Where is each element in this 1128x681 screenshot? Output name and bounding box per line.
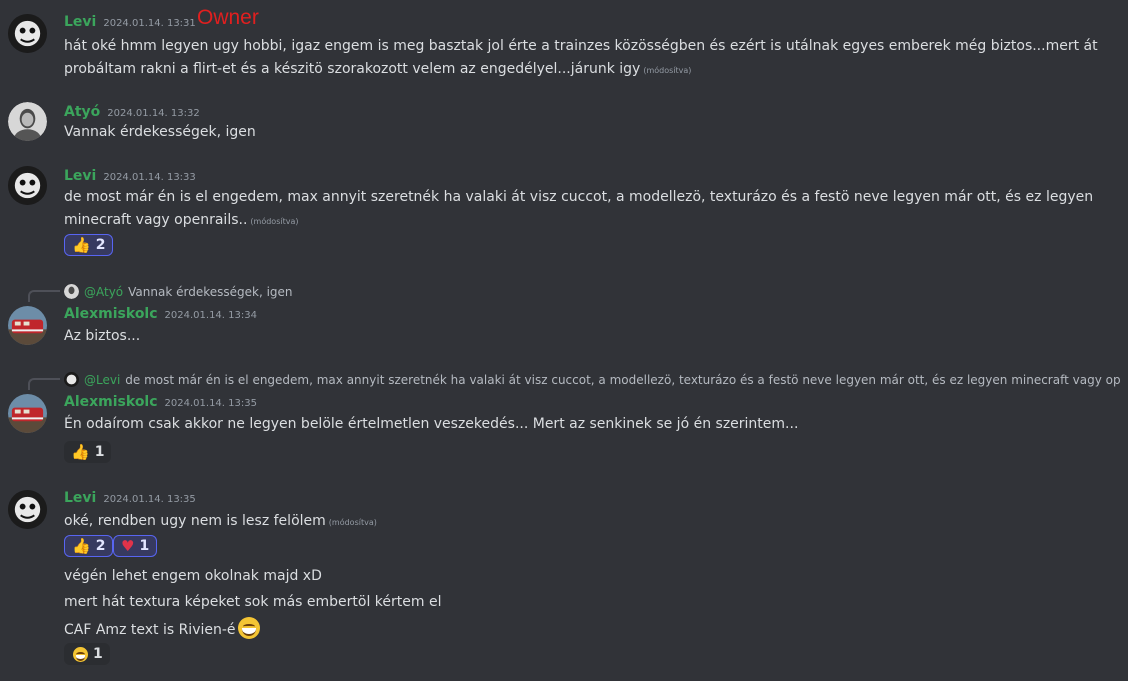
message-text: Én odaírom csak akkor ne legyen belöle é… [64,416,799,432]
reply-text: Vannak érdekességek, igen [128,284,293,299]
reaction-grinning-face[interactable]: 1 [64,643,110,665]
message-levi-1331: Levi 2024.01.14. 13:31 Owner hát oké hmm … [0,6,1128,82]
reaction-count: 1 [93,646,103,662]
thumbs-up-icon: 👍 [72,536,91,555]
chat-messages: Levi 2024.01.14. 13:31 Owner hát oké hmm … [0,0,1128,681]
levi-avatar[interactable] [8,14,47,53]
reply-preview[interactable]: @Atyó Vannak érdekességek, igen [64,284,1120,299]
timestamp: 2024.01.14. 13:32 [107,108,200,119]
reaction-count: 1 [94,444,105,460]
author-name[interactable]: Alexmiskolc 2024.01.14. 13:35 [64,394,257,410]
reaction-count: 1 [139,538,150,554]
alexmiskolc-avatar[interactable] [8,394,47,433]
followup-message: mert hát textura képeket sok más embertö… [64,594,442,610]
message-text: de most már én is el engedem, max annyit… [64,189,1094,228]
message-alexmiskolc-1334: @Atyó Vannak érdekességek, igen Alexmisk… [0,282,1128,352]
reaction-heart[interactable]: ♥ 1 [113,535,158,557]
author-name[interactable]: Atyó 2024.01.14. 13:32 [64,104,200,120]
timestamp: 2024.01.14. 13:34 [164,310,257,321]
thumbs-up-icon: 👍 [72,235,91,254]
timestamp: 2024.01.14. 13:35 [103,494,196,505]
message-text: hát oké hmm legyen ugy hobbi, igaz engem… [64,38,1098,77]
reply-author[interactable]: @Levi [84,373,120,387]
levi-avatar[interactable] [8,490,47,529]
message-levi-1333: Levi 2024.01.14. 13:33 de most már én is … [0,166,1128,262]
reaction-count: 2 [95,237,106,253]
author-name[interactable]: Levi 2024.01.14. 13:35 [64,490,196,506]
edited-label: (módosítva) [328,518,377,527]
heart-icon: ♥ [121,536,135,555]
author-name[interactable]: Levi 2024.01.14. 13:31 [64,14,196,30]
reply-connector [28,378,60,390]
thumbs-up-icon: 👍 [71,442,90,461]
edited-label: (módosítva) [250,217,299,226]
reaction-thumbs-up[interactable]: 👍 2 [64,234,114,256]
reaction-count: 2 [95,538,106,554]
author-name[interactable]: Alexmiskolc 2024.01.14. 13:34 [64,306,257,322]
message-atyo-1332: Atyó 2024.01.14. 13:32 Vannak érdekessége… [0,100,1128,146]
message-alexmiskolc-1335: @Levi de most már én is el engedem, max … [0,370,1128,466]
reaction-thumbs-up[interactable]: 👍 1 [64,441,112,463]
message-levi-1335: Levi 2024.01.14. 13:35 oké, rendben ugy n… [0,488,1128,678]
levi-avatar[interactable] [8,166,47,205]
atyo-mini-avatar [64,284,79,299]
grinning-face-icon [73,646,88,662]
message-text: Az biztos... [64,328,141,344]
edited-label: (módosítva) [643,66,692,75]
levi-mini-avatar [64,372,79,387]
owner-tag: Owner [197,6,259,29]
author-name[interactable]: Levi 2024.01.14. 13:33 [64,168,196,184]
reaction-thumbs-up[interactable]: 👍 2 [64,535,114,557]
timestamp: 2024.01.14. 13:33 [103,172,196,183]
alexmiskolc-avatar[interactable] [8,306,47,345]
timestamp: 2024.01.14. 13:31 [103,18,196,29]
grinning-face-icon [237,617,260,639]
followup-message: végén lehet engem okolnak majd xD [64,568,322,584]
message-text: oké, rendben ugy nem is lesz felölem (mód… [64,513,377,529]
reply-connector [28,290,60,302]
atyo-avatar[interactable] [8,102,47,141]
timestamp: 2024.01.14. 13:35 [164,398,257,409]
reply-text: de most már én is el engedem, max annyit… [125,372,1120,387]
reply-preview[interactable]: @Levi de most már én is el engedem, max … [64,372,1120,387]
followup-message: CAF Amz text is Rivien-é [64,617,1118,642]
message-text: Vannak érdekességek, igen [64,124,256,140]
reply-author[interactable]: @Atyó [84,285,123,299]
